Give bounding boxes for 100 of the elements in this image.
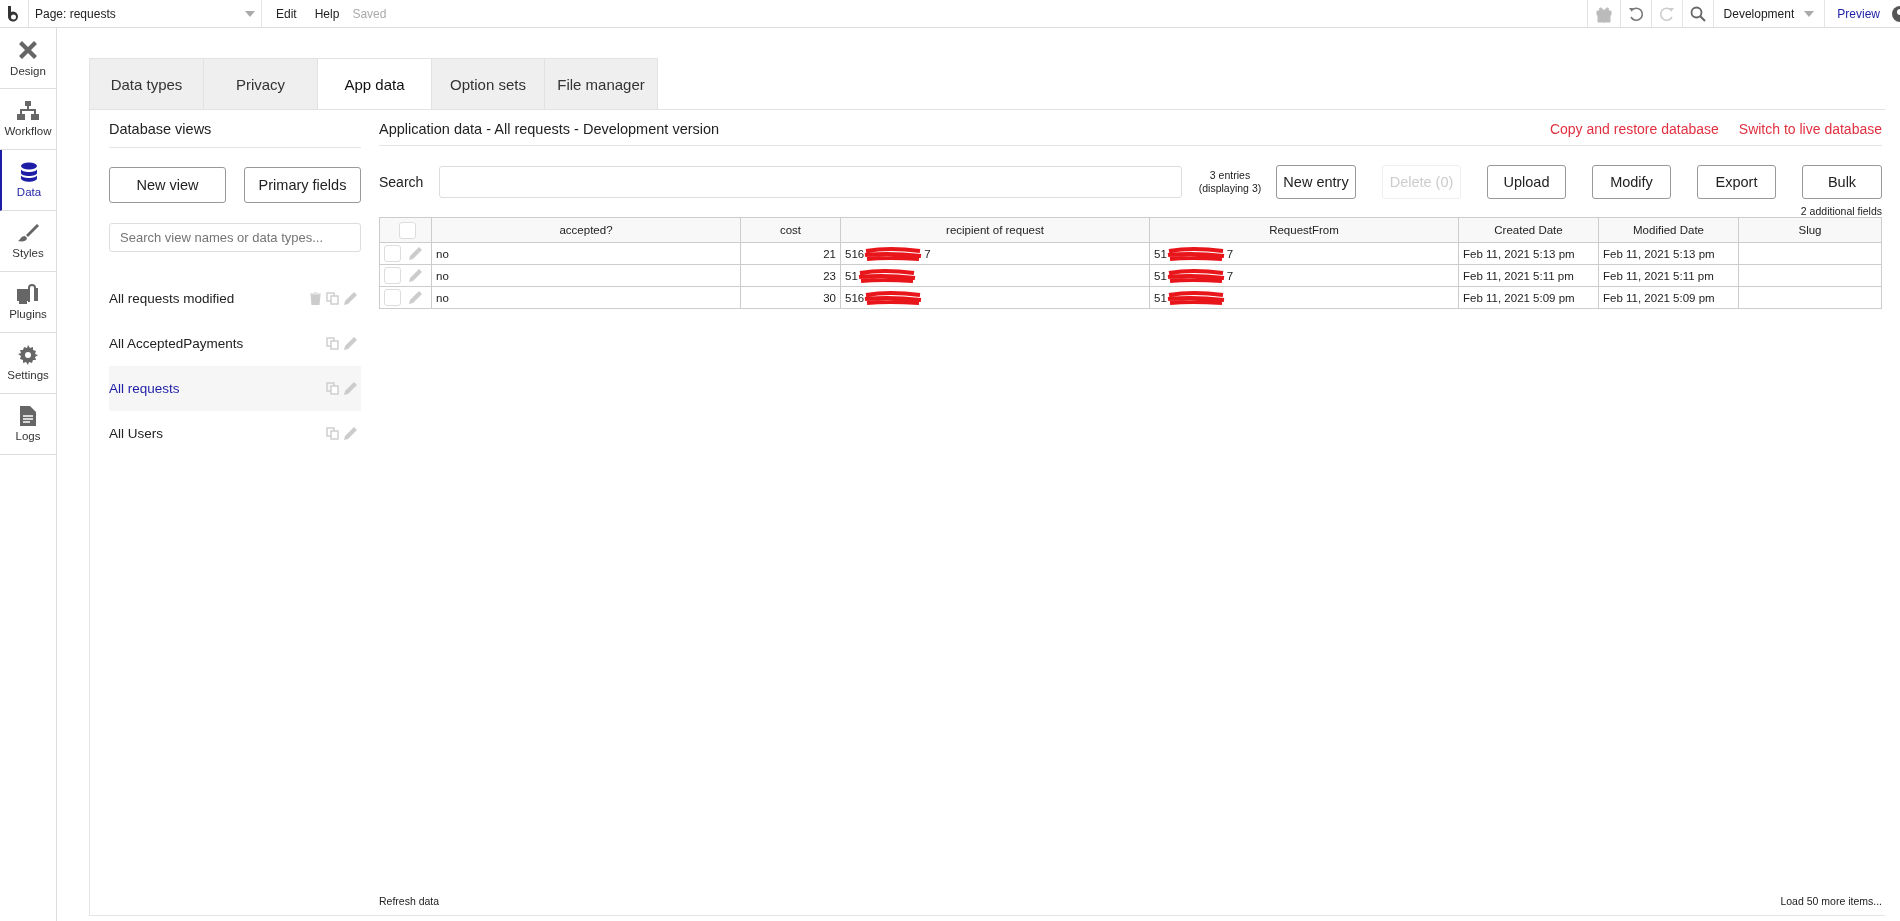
pencil-icon[interactable]: [409, 269, 422, 282]
row-checkbox[interactable]: [384, 245, 401, 262]
sidebar-item[interactable]: Plugins: [0, 272, 56, 333]
view-item[interactable]: All requests modified: [109, 276, 361, 321]
document-icon: [20, 406, 36, 426]
tab[interactable]: App data: [318, 58, 432, 110]
tab[interactable]: File manager: [545, 58, 658, 110]
column-header[interactable]: RequestFrom: [1149, 217, 1459, 243]
column-header[interactable]: recipient of request: [840, 217, 1150, 243]
row-checkbox[interactable]: [384, 289, 401, 306]
table-cell: no: [431, 242, 741, 265]
table-cell: Feb 11, 2021 5:11 pm: [1598, 264, 1739, 287]
database-link[interactable]: Switch to live database: [1738, 121, 1882, 137]
action-button[interactable]: Upload: [1487, 165, 1566, 199]
action-button[interactable]: New entry: [1276, 165, 1356, 199]
additional-fields-link[interactable]: 2 additional fields: [379, 205, 1882, 217]
gear-icon: [18, 345, 38, 365]
undo-icon[interactable]: [1627, 5, 1644, 22]
table-cell: 51: [1154, 247, 1167, 260]
column-header[interactable]: Created Date: [1458, 217, 1599, 243]
sidebar-item[interactable]: Logs: [0, 394, 56, 455]
plug-icon: [17, 284, 39, 304]
table-cell: 30: [740, 286, 841, 309]
tab[interactable]: Privacy: [204, 58, 318, 110]
pencil-icon[interactable]: [344, 292, 357, 305]
gift-icon[interactable]: [1594, 4, 1613, 23]
redaction-scribble: [857, 268, 916, 283]
pencil-icon[interactable]: [344, 382, 357, 395]
table-cell: 7: [1226, 269, 1234, 282]
sidebar-item[interactable]: Settings: [0, 333, 56, 394]
load-more-link[interactable]: Load 50 more items...: [1780, 895, 1882, 907]
copy-icon[interactable]: [326, 382, 339, 395]
search-icon[interactable]: [1689, 5, 1706, 22]
table-cell: 51: [1154, 291, 1167, 304]
search-field[interactable]: [439, 166, 1182, 198]
menu-item[interactable]: Help: [305, 6, 349, 21]
caret-icon: [1804, 10, 1815, 17]
refresh-link[interactable]: Refresh data: [379, 895, 440, 907]
save-status: Saved: [352, 6, 387, 21]
view-button[interactable]: Primary fields: [244, 167, 361, 203]
pencil-icon[interactable]: [409, 291, 422, 304]
pencil-icon[interactable]: [344, 337, 357, 350]
sidebar-item[interactable]: Design: [0, 28, 56, 89]
redaction-scribble: [1166, 268, 1225, 283]
trash-icon[interactable]: [310, 292, 321, 305]
table-cell: Feb 11, 2021 5:09 pm: [1598, 286, 1739, 309]
redo-icon[interactable]: [1658, 5, 1675, 22]
table-cell: 21: [740, 242, 841, 265]
pencil-icon[interactable]: [344, 427, 357, 440]
environment-dropdown[interactable]: Development: [1712, 0, 1826, 27]
tab[interactable]: Data types: [90, 58, 204, 110]
column-header[interactable]: accepted?: [431, 217, 741, 243]
pencil-icon[interactable]: [409, 247, 422, 260]
page-dropdown[interactable]: Page: requests: [28, 0, 262, 27]
action-button[interactable]: Modify: [1592, 165, 1671, 199]
table-cell: 23: [740, 264, 841, 287]
redaction-scribble: [864, 246, 923, 261]
column-header[interactable]: cost: [740, 217, 841, 243]
copy-icon[interactable]: [326, 292, 339, 305]
entries-count: 3 entries (displaying 3): [1197, 169, 1263, 195]
database-link[interactable]: Copy and restore database: [1549, 121, 1719, 137]
brush-icon: [17, 223, 39, 243]
menu-item[interactable]: Edit: [262, 6, 306, 21]
select-all-checkbox[interactable]: [399, 221, 416, 239]
data-title: Application data - All requests - Development version: [379, 121, 720, 137]
sitemap-icon: [17, 101, 39, 121]
sidebar-item[interactable]: Styles: [0, 211, 56, 272]
row-checkbox[interactable]: [384, 267, 401, 284]
search-field[interactable]: Search view names or data types...: [109, 223, 361, 252]
sidebar-item[interactable]: Data: [0, 150, 56, 211]
copy-icon[interactable]: [326, 337, 339, 350]
action-button[interactable]: Export: [1697, 165, 1776, 199]
preview-link[interactable]: Preview: [1825, 6, 1892, 21]
table-cell: 516: [845, 247, 865, 260]
sidebar-item[interactable]: Workflow: [0, 89, 56, 150]
table-cell: 516: [845, 291, 865, 304]
table-cell: no: [431, 264, 741, 287]
column-header[interactable]: Slug: [1738, 217, 1882, 243]
view-item[interactable]: All AcceptedPayments: [109, 321, 361, 366]
view-button[interactable]: New view: [109, 167, 226, 203]
copy-icon[interactable]: [326, 427, 339, 440]
tab[interactable]: Option sets: [432, 58, 545, 110]
database-icon: [21, 162, 37, 182]
redaction-scribble: [1166, 290, 1225, 305]
action-button[interactable]: Bulk: [1802, 165, 1882, 199]
view-item[interactable]: All Users: [109, 411, 361, 456]
view-item[interactable]: All requests: [109, 366, 361, 411]
column-header[interactable]: Modified Date: [1598, 217, 1739, 243]
search-label: Search: [379, 174, 425, 190]
table-cell: Feb 11, 2021 5:13 pm: [1458, 242, 1599, 265]
table-cell: 7: [924, 247, 931, 260]
table-cell: no: [431, 286, 741, 309]
redaction-scribble: [1166, 246, 1225, 261]
redaction-scribble: [864, 290, 923, 305]
table-cell: 7: [1226, 247, 1234, 260]
pencil-ruler-icon: [17, 39, 39, 61]
table-cell: Feb 11, 2021 5:09 pm: [1458, 286, 1599, 309]
section-title: Database views: [109, 120, 361, 148]
table-cell: Feb 11, 2021 5:13 pm: [1598, 242, 1739, 265]
table-cell: Feb 11, 2021 5:11 pm: [1458, 264, 1599, 287]
